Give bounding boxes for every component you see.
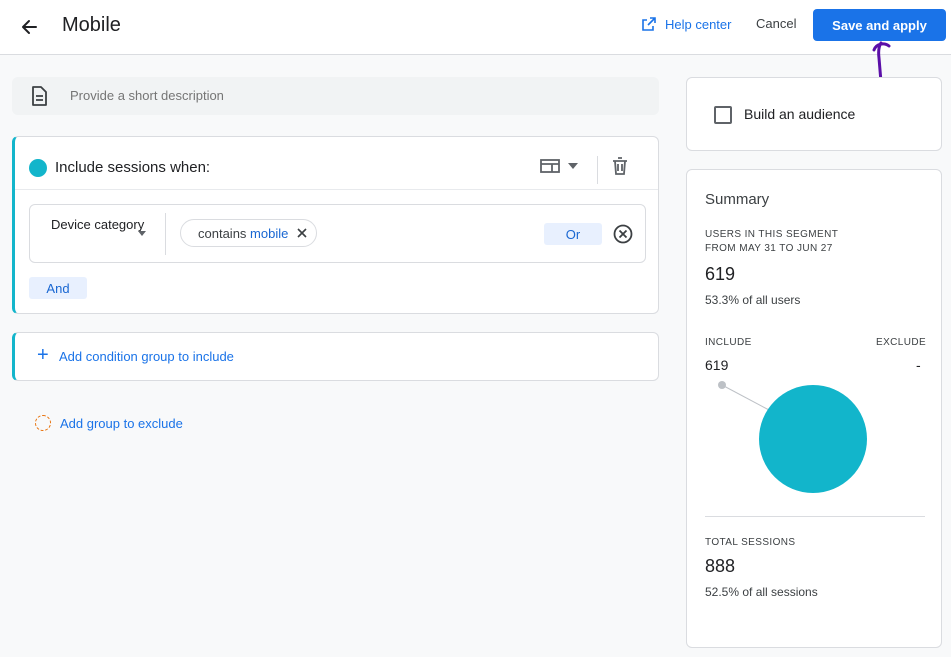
close-circle-icon xyxy=(613,224,633,244)
add-condition-group-label: Add condition group to include xyxy=(59,349,234,364)
condition-divider xyxy=(165,213,166,255)
include-sessions-card: Include sessions when: Device category c… xyxy=(12,136,659,314)
open-in-new-icon xyxy=(642,17,656,31)
users-percentage: 53.3% of all users xyxy=(705,293,801,307)
build-audience-card: Build an audience xyxy=(686,77,942,151)
or-button[interactable]: Or xyxy=(544,223,602,245)
pie-leader-line xyxy=(721,384,770,411)
add-exclude-group-button[interactable]: Add group to exclude xyxy=(35,415,183,431)
users-label-line2: FROM MAY 31 TO JUN 27 xyxy=(705,243,833,254)
header-divider xyxy=(597,156,598,184)
condition-row: Device category contains mobile Or xyxy=(29,204,646,263)
condition-scope-dropdown[interactable] xyxy=(540,158,578,174)
chevron-down-icon xyxy=(138,231,146,236)
include-label: INCLUDE xyxy=(705,337,752,348)
remove-condition-button[interactable] xyxy=(613,224,633,249)
add-condition-group-button[interactable]: + Add condition group to include xyxy=(12,332,659,381)
summary-divider xyxy=(705,516,925,517)
pie-leader-dot xyxy=(718,381,726,389)
summary-title: Summary xyxy=(705,191,770,208)
cancel-button[interactable]: Cancel xyxy=(756,16,796,31)
condition-operator: contains xyxy=(198,225,247,241)
condition-text: contains mobile xyxy=(198,226,288,241)
delete-group-button[interactable] xyxy=(612,157,628,180)
total-sessions-label: TOTAL SESSIONS xyxy=(705,537,796,548)
description-input[interactable] xyxy=(70,88,630,103)
chevron-down-icon xyxy=(568,163,578,169)
dashed-circle-icon xyxy=(35,415,51,431)
segment-pie-chart xyxy=(718,381,867,493)
help-center-label: Help center xyxy=(665,16,732,32)
include-slice xyxy=(759,385,867,493)
arrow-left-icon xyxy=(22,20,37,34)
back-button[interactable] xyxy=(16,13,44,41)
build-audience-checkbox[interactable] xyxy=(714,106,732,124)
build-audience-label: Build an audience xyxy=(744,106,856,122)
top-bar: Mobile Help center Cancel Save and apply xyxy=(0,0,951,55)
description-field[interactable] xyxy=(12,77,659,115)
users-label-line1: USERS IN THIS SEGMENT xyxy=(705,229,839,240)
add-exclude-group-label: Add group to exclude xyxy=(60,415,183,431)
close-icon[interactable] xyxy=(296,227,308,239)
include-title: Include sessions when: xyxy=(55,159,211,176)
include-card-header: Include sessions when: xyxy=(15,137,658,190)
users-in-segment-label: USERS IN THIS SEGMENT FROM MAY 31 TO JUN… xyxy=(705,228,905,256)
document-icon xyxy=(32,86,47,106)
total-sessions-value: 888 xyxy=(705,556,736,576)
summary-card: Summary USERS IN THIS SEGMENT FROM MAY 3… xyxy=(686,169,942,648)
help-center-link[interactable]: Help center xyxy=(641,16,731,32)
condition-chip[interactable]: contains mobile xyxy=(180,219,318,247)
users-value: 619 xyxy=(705,264,736,284)
segment-color-dot xyxy=(29,159,47,177)
save-and-apply-button[interactable]: Save and apply xyxy=(813,9,946,41)
trash-icon xyxy=(613,157,627,175)
page-title: Mobile xyxy=(62,14,121,36)
table-view-icon xyxy=(540,159,560,173)
sessions-percentage: 52.5% of all sessions xyxy=(705,585,818,599)
condition-value: mobile xyxy=(250,225,289,241)
and-button[interactable]: And xyxy=(29,277,87,299)
exclude-label: EXCLUDE xyxy=(876,337,927,348)
plus-icon: + xyxy=(37,344,49,366)
